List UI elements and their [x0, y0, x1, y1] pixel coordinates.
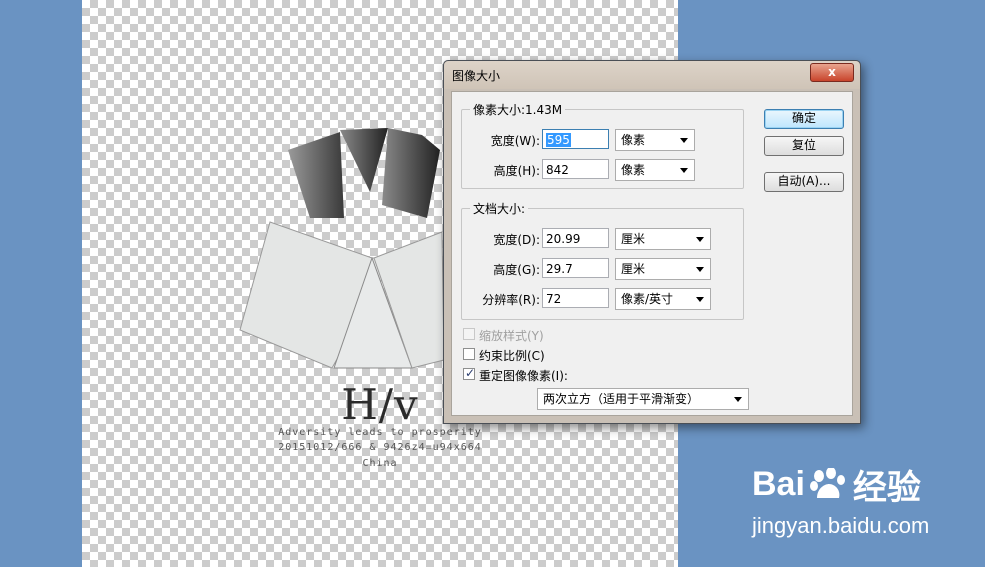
image-size-dialog: 图像大小 x 像素大小:1.43M 宽度(W): 595 像素 高度(H): 8…: [443, 60, 861, 424]
pixel-dimensions-legend: 像素大小:1.43M: [470, 101, 566, 118]
auto-button[interactable]: 自动(A)...: [764, 172, 844, 192]
poster-title: H/v: [341, 380, 419, 429]
dialog-titlebar[interactable]: 图像大小 x: [444, 61, 860, 89]
doc-width-label: 宽度(D):: [493, 233, 540, 247]
pixel-width-label: 宽度(W):: [490, 134, 540, 148]
constrain-proportions-label: 约束比例(C): [479, 349, 545, 363]
dark-triangle-center: [340, 128, 388, 192]
scale-styles-checkbox[interactable]: [463, 328, 475, 340]
pixel-width-unit: 像素: [621, 133, 646, 147]
doc-height-input[interactable]: 29.7: [542, 258, 609, 278]
resample-method-value: 两次立方（适用于平滑渐变）: [543, 392, 700, 406]
chevron-down-icon: [696, 237, 704, 242]
chevron-down-icon: [680, 138, 688, 143]
watermark-url: jingyan.baidu.com: [752, 513, 930, 538]
document-size-group: 文档大小: 宽度(D): 20.99 厘米 高度(G): 29.7 厘米 分辨率…: [461, 200, 744, 320]
poster-code: 20151012/666 & 9426z4=u94x664: [278, 442, 482, 453]
watermark-brand: Bai 经验: [752, 460, 962, 509]
poster-country: China: [362, 458, 398, 469]
dialog-client: 像素大小:1.43M 宽度(W): 595 像素 高度(H): 842 像素 文…: [451, 91, 853, 416]
dark-panel-right: [382, 128, 440, 218]
watermark-brand-text: Bai: [752, 465, 805, 503]
pixel-height-label: 高度(H):: [493, 164, 540, 178]
document-size-legend: 文档大小:: [470, 200, 529, 217]
ok-button[interactable]: 确定: [764, 109, 844, 129]
dialog-title: 图像大小: [452, 69, 501, 83]
dark-panel-left: [288, 132, 344, 218]
pixel-width-input[interactable]: 595: [542, 129, 609, 149]
paw-icon: [809, 467, 845, 498]
close-icon: x: [828, 65, 836, 79]
doc-height-label: 高度(G):: [493, 263, 540, 277]
pixel-height-unit-select[interactable]: 像素: [615, 159, 695, 181]
pixel-dimensions-group: 像素大小:1.43M 宽度(W): 595 像素 高度(H): 842 像素: [461, 101, 744, 189]
doc-width-input[interactable]: 20.99: [542, 228, 609, 248]
constrain-proportions-checkbox[interactable]: [463, 348, 475, 360]
doc-width-unit-select[interactable]: 厘米: [615, 228, 711, 250]
pixel-width-unit-select[interactable]: 像素: [615, 129, 695, 151]
chevron-down-icon: [696, 267, 704, 272]
resolution-label: 分辨率(R):: [482, 293, 540, 307]
resample-label: 重定图像像素(I):: [479, 369, 568, 383]
reset-button[interactable]: 复位: [764, 136, 844, 156]
doc-height-unit: 厘米: [621, 262, 646, 276]
resolution-input[interactable]: 72: [542, 288, 609, 308]
scale-styles-label: 缩放样式(Y): [479, 329, 544, 343]
chevron-down-icon: [696, 297, 704, 302]
close-button[interactable]: x: [810, 63, 854, 82]
resolution-unit: 像素/英寸: [621, 292, 674, 306]
checkmark-icon: ✓: [465, 366, 476, 380]
watermark-brand-suffix: 经验: [852, 469, 921, 507]
pixel-height-unit: 像素: [621, 163, 646, 177]
resample-checkbox[interactable]: ✓: [463, 366, 476, 380]
chevron-down-icon: [734, 397, 742, 402]
chevron-down-icon: [680, 168, 688, 173]
pixel-height-input[interactable]: 842: [542, 159, 609, 179]
baidu-jingyan-watermark: Bai 经验 jingyan.baidu.com: [752, 460, 962, 539]
doc-width-unit: 厘米: [621, 232, 646, 246]
doc-height-unit-select[interactable]: 厘米: [615, 258, 711, 280]
resample-method-select[interactable]: 两次立方（适用于平滑渐变）: [537, 388, 749, 410]
poster-tagline: Adversity leads to prosperity: [278, 427, 482, 438]
resolution-unit-select[interactable]: 像素/英寸: [615, 288, 711, 310]
